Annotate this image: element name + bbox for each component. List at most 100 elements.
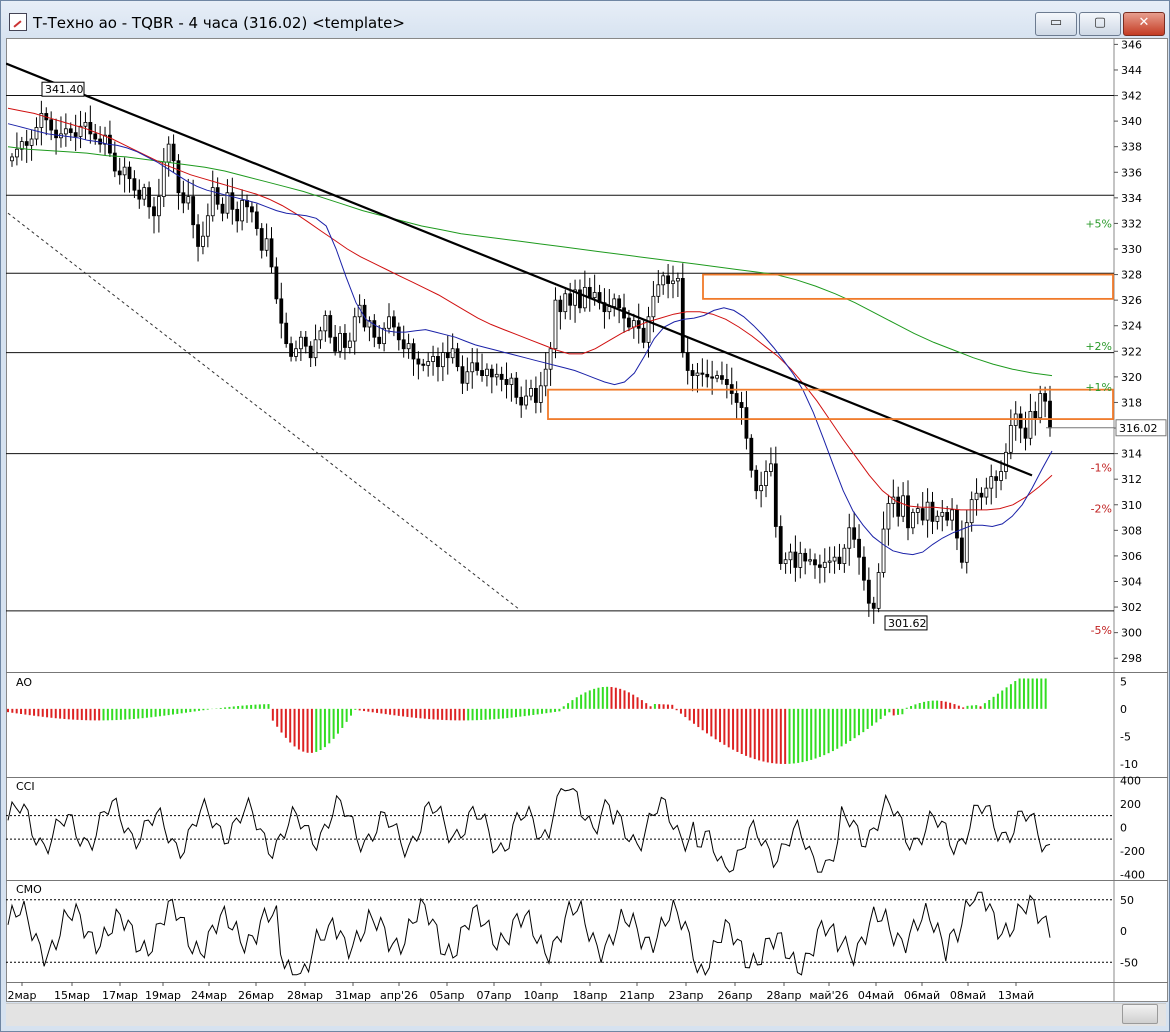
- price-tick-label: 320: [1121, 371, 1142, 384]
- cmo-line: [7, 891, 1051, 976]
- candle-body: [783, 559, 788, 564]
- candle-body: [1048, 400, 1052, 429]
- cci-tick-label: -200: [1120, 845, 1145, 858]
- candle-body: [798, 552, 803, 568]
- price-tick-label: 306: [1121, 550, 1142, 563]
- x-axis-label: 19мар: [145, 989, 181, 1002]
- cci-tick-label: 200: [1120, 798, 1141, 811]
- cci-tick-label: -400: [1120, 868, 1145, 881]
- x-axis-label: 08май: [950, 989, 986, 1002]
- percent-label: +1%: [1085, 381, 1112, 394]
- candle-body: [896, 496, 901, 517]
- min-price-label: 301.62: [888, 617, 927, 630]
- candle-body: [671, 280, 675, 284]
- candle-body: [720, 375, 724, 380]
- chart-area[interactable]: 2983003023043063083103123143163183203223…: [6, 38, 1168, 1002]
- price-tick-label: 298: [1121, 652, 1142, 665]
- candle-body: [666, 275, 670, 284]
- candle-body: [685, 352, 690, 371]
- price-tick-label: 342: [1121, 90, 1142, 103]
- candle-body: [147, 187, 151, 208]
- horizontal-scrollbar[interactable]: [6, 1003, 1166, 1026]
- candle-body: [259, 228, 264, 251]
- candle-body: [181, 192, 186, 204]
- candle-body: [529, 387, 533, 397]
- candle-body: [298, 336, 303, 350]
- candle-body: [847, 527, 852, 549]
- candle-body: [470, 362, 475, 373]
- candle-body: [935, 515, 940, 522]
- price-tick-label: 308: [1121, 524, 1142, 537]
- percent-label: -5%: [1091, 624, 1112, 637]
- x-axis-label: 26мар: [238, 989, 274, 1002]
- candle-body: [171, 143, 176, 162]
- candle-body: [264, 238, 269, 251]
- candle-body: [201, 235, 205, 247]
- candle-body: [29, 138, 34, 146]
- candle-body: [220, 203, 225, 214]
- x-axis-label: 2мар: [7, 989, 36, 1002]
- candle-body: [538, 385, 543, 403]
- candle-body: [876, 572, 881, 609]
- candle-body: [1004, 451, 1008, 472]
- percent-label: +5%: [1085, 217, 1112, 230]
- candle-body: [205, 215, 210, 237]
- candle-body: [852, 527, 857, 540]
- price-tick-label: 300: [1121, 627, 1142, 640]
- candle-body: [950, 509, 954, 521]
- candle-body: [499, 373, 504, 380]
- x-axis-label: 17мар: [102, 989, 138, 1002]
- x-axis-label: 26апр: [718, 989, 753, 1002]
- candle-body: [191, 196, 196, 226]
- cmo-tick-label: 50: [1120, 894, 1134, 907]
- candle-body: [421, 363, 426, 366]
- candle-body: [303, 336, 308, 347]
- candle-body: [866, 579, 871, 604]
- scrollbar-thumb[interactable]: [1122, 1004, 1158, 1024]
- price-tick-label: 312: [1121, 473, 1142, 486]
- price-tick-label: 334: [1121, 192, 1142, 205]
- candle-body: [754, 469, 759, 492]
- candle-body: [587, 286, 592, 298]
- candle-body: [592, 292, 597, 298]
- price-tick-label: 326: [1121, 294, 1142, 307]
- candle-body: [656, 284, 661, 297]
- candle-body: [24, 141, 29, 146]
- candle-body: [152, 206, 156, 217]
- candle-body: [34, 127, 39, 140]
- candle-body: [465, 371, 470, 384]
- chart-app-icon: [9, 13, 27, 31]
- maximize-button[interactable]: ▢: [1079, 12, 1121, 36]
- x-axis-label: май'26: [809, 989, 848, 1002]
- x-axis-label: 10апр: [524, 989, 559, 1002]
- candle-body: [494, 373, 499, 378]
- ao-tick-label: -10: [1120, 758, 1138, 771]
- x-axis-label: 04май: [858, 989, 894, 1002]
- candle-body: [392, 316, 396, 328]
- candle-body: [504, 379, 509, 385]
- cmo-label: CMO: [16, 883, 42, 896]
- candle-body: [930, 501, 935, 522]
- candle-body: [661, 275, 666, 286]
- last-price-label: 316.02: [1119, 422, 1158, 435]
- candle-body: [769, 463, 773, 472]
- candle-body: [14, 148, 19, 158]
- candle-body: [881, 528, 886, 573]
- price-tick-label: 330: [1121, 243, 1142, 256]
- candle-body: [323, 315, 328, 332]
- candle-body: [749, 437, 754, 471]
- candle-body: [338, 332, 342, 352]
- candle-body: [920, 508, 925, 521]
- candle-body: [822, 561, 827, 568]
- price-chart-svg[interactable]: 2983003023043063083103123143163183203223…: [6, 38, 1168, 1002]
- minimize-button[interactable]: ▭: [1035, 12, 1077, 36]
- candle-body: [83, 122, 88, 127]
- candle-body: [627, 317, 631, 328]
- dashed-trend-line: [7, 212, 519, 609]
- price-tick-label: 318: [1121, 396, 1142, 409]
- close-button[interactable]: ✕: [1123, 12, 1165, 36]
- price-tick-label: 314: [1121, 448, 1142, 461]
- candle-body: [63, 128, 68, 135]
- candle-body: [352, 316, 357, 342]
- title-bar: Т-Техно ао - TQBR - 4 часа (316.02) <tem…: [1, 1, 1169, 39]
